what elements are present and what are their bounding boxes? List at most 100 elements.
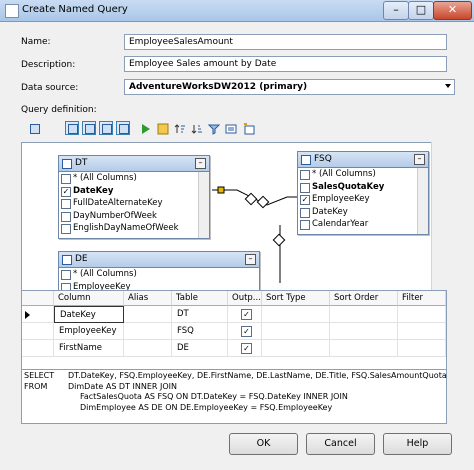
help-button[interactable]: Help	[383, 433, 452, 455]
column-name: * (All Columns)	[73, 269, 137, 279]
table-header[interactable]: DE –	[59, 252, 259, 268]
grid-cell-alias[interactable]	[124, 340, 172, 357]
title-bar[interactable]: Create Named Query – □ ✕	[0, 0, 474, 22]
column-checkbox[interactable]	[61, 224, 71, 234]
diagram-pane[interactable]: DT – * (All Columns) ✓ DateKey FullDateAlte…	[21, 142, 447, 292]
grid-cell-alias[interactable]	[124, 323, 172, 340]
table-column-item[interactable]: DayNumberOfWeek	[59, 210, 209, 223]
table-column-item[interactable]: CalendarYear	[298, 218, 428, 231]
sort-ascending-icon[interactable]	[172, 121, 186, 135]
maximize-button[interactable]: □	[408, 1, 434, 20]
column-checkbox[interactable]	[61, 199, 71, 209]
close-button[interactable]: ✕	[433, 1, 472, 20]
show-grid-pane-icon[interactable]	[82, 121, 96, 135]
sort-descending-icon[interactable]	[189, 121, 203, 135]
grid-cell-output: ✓	[228, 323, 262, 340]
join-diamond-icon[interactable]	[272, 233, 286, 247]
grid-cell-sort-order[interactable]	[330, 340, 398, 357]
ok-button[interactable]: OK	[229, 433, 298, 455]
table-de[interactable]: DE – * (All Columns) EmployeeKey	[58, 251, 260, 291]
grid-cell-column[interactable]: DateKey	[54, 306, 124, 323]
table-scrollbar[interactable]	[417, 168, 428, 234]
remove-filter-icon[interactable]	[206, 121, 220, 135]
grid-header: Table	[172, 291, 228, 306]
grid-cell-table[interactable]: DE	[172, 340, 228, 357]
table-column-item[interactable]: DateKey	[298, 206, 428, 219]
add-table-icon[interactable]	[27, 121, 41, 135]
table-dt[interactable]: DT – * (All Columns) ✓ DateKey FullDateAlte…	[58, 155, 210, 239]
column-checkbox[interactable]	[300, 170, 310, 180]
name-field[interactable]: EmployeeSalesAmount	[124, 34, 447, 50]
grid-cell-sort-order[interactable]	[330, 306, 398, 323]
table-icon	[62, 159, 72, 169]
chevron-down-icon[interactable]	[445, 84, 451, 88]
output-checkbox[interactable]: ✓	[241, 343, 252, 354]
grid-pane[interactable]: Column Alias Table Outp... Sort Type Sor…	[21, 290, 447, 371]
minimize-button[interactable]: –	[383, 1, 409, 20]
show-diagram-pane-icon[interactable]	[65, 121, 79, 135]
join-diamond-icon[interactable]	[256, 195, 270, 209]
description-label: Description:	[21, 60, 76, 70]
minimize-table-button[interactable]: –	[414, 154, 425, 165]
description-field[interactable]: Employee Sales amount by Date	[124, 56, 447, 72]
column-checkbox[interactable]	[300, 182, 310, 193]
sql-text: DimEmployee AS DE ON DE.EmployeeKey = FS…	[80, 402, 333, 412]
table-column-item[interactable]: * (All Columns)	[59, 172, 209, 185]
column-checkbox[interactable]	[61, 174, 71, 184]
table-column-item[interactable]: SalesQuotaKey	[298, 181, 428, 194]
table-column-item[interactable]: * (All Columns)	[298, 168, 428, 181]
row-selector[interactable]	[22, 323, 54, 340]
cancel-button[interactable]: Cancel	[306, 433, 375, 455]
grid-cell-filter[interactable]	[398, 306, 446, 323]
column-checkbox[interactable]	[61, 270, 71, 280]
table-column-item[interactable]: ✓ EmployeeKey	[298, 193, 428, 206]
column-checkbox[interactable]	[300, 220, 310, 230]
row-selector[interactable]	[22, 306, 54, 323]
show-sql-pane-icon[interactable]	[99, 121, 113, 135]
grid-cell-sort-type[interactable]	[262, 306, 330, 323]
table-icon	[301, 155, 311, 165]
grid-cell-column[interactable]: FirstName	[54, 340, 124, 357]
column-checkbox[interactable]	[61, 211, 71, 222]
grid-cell-table[interactable]: DT	[172, 306, 228, 323]
grid-cell-filter[interactable]	[398, 323, 446, 340]
grid-header: Alias	[124, 291, 172, 306]
sql-text: DimDate AS DT INNER JOIN	[68, 381, 178, 391]
run-query-icon[interactable]	[138, 121, 152, 135]
table-header[interactable]: FSQ –	[298, 152, 428, 168]
column-checkbox[interactable]: ✓	[300, 195, 310, 205]
table-column-item[interactable]: EnglishDayNameOfWeek	[59, 222, 209, 235]
column-name: DateKey	[73, 185, 114, 196]
table-header[interactable]: DT –	[59, 156, 209, 172]
row-selector[interactable]	[22, 340, 54, 357]
output-checkbox[interactable]: ✓	[241, 309, 252, 320]
column-checkbox[interactable]: ✓	[61, 186, 71, 197]
table-scrollbar[interactable]	[198, 172, 209, 238]
table-column-item[interactable]: FullDateAlternateKey	[59, 197, 209, 210]
grid-cell-alias[interactable]	[124, 306, 172, 323]
grid-cell-filter[interactable]	[398, 340, 446, 357]
grid-cell-sort-order[interactable]	[330, 323, 398, 340]
sql-pane[interactable]: SELECT DT.DateKey, FSQ.EmployeeKey, DE.F…	[21, 369, 447, 424]
grid-cell-column[interactable]: EmployeeKey	[54, 323, 124, 340]
table-column-item[interactable]: * (All Columns)	[59, 268, 259, 281]
minimize-table-button[interactable]: –	[195, 158, 206, 169]
datasource-select[interactable]: AdventureWorksDW2012 (primary)	[124, 79, 455, 95]
grid-cell-sort-type[interactable]	[262, 323, 330, 340]
grid-cell-sort-type[interactable]	[262, 340, 330, 357]
column-checkbox[interactable]	[300, 207, 310, 218]
row-selector-header	[22, 291, 54, 306]
grid-cell-output: ✓	[228, 306, 262, 323]
show-results-pane-icon[interactable]	[116, 121, 130, 135]
verify-sql-icon[interactable]	[155, 121, 169, 135]
table-fsq[interactable]: FSQ – * (All Columns) SalesQuotaKey ✓ Emplo…	[297, 151, 429, 235]
group-by-icon[interactable]	[223, 121, 237, 135]
table-column-item[interactable]: ✓ DateKey	[59, 185, 209, 198]
add-derived-table-icon[interactable]	[241, 121, 255, 135]
grid-cell-table[interactable]: FSQ	[172, 323, 228, 340]
minimize-table-button[interactable]: –	[245, 254, 256, 265]
output-checkbox[interactable]: ✓	[241, 326, 252, 337]
sql-keyword: SELECT	[24, 371, 55, 380]
diagram-scrollbar[interactable]	[431, 142, 447, 290]
datasource-value: AdventureWorksDW2012 (primary)	[129, 82, 308, 92]
